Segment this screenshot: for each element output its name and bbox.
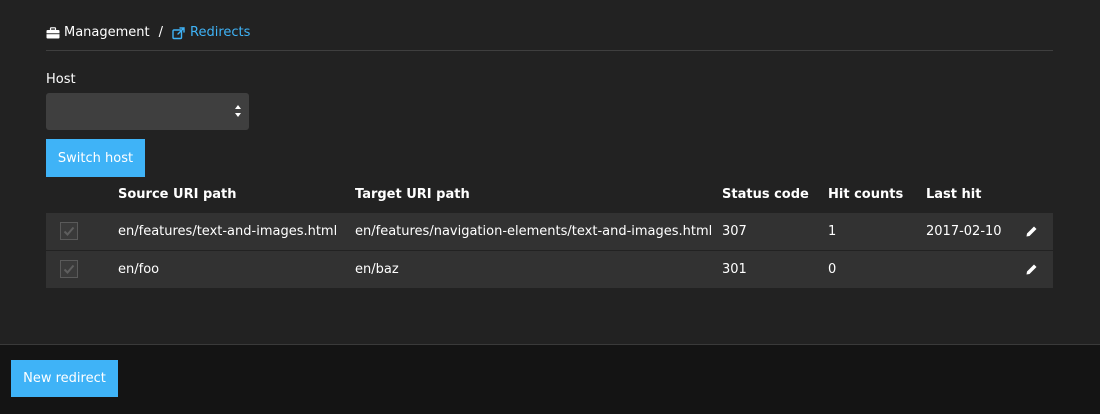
cell-source: en/features/text-and-images.html bbox=[118, 224, 338, 239]
switch-host-button[interactable]: Switch host bbox=[46, 139, 145, 177]
new-redirect-button[interactable]: New redirect bbox=[11, 360, 118, 397]
check-icon bbox=[63, 264, 75, 274]
column-header-last-hit[interactable]: Last hit bbox=[926, 187, 981, 202]
pencil-icon[interactable] bbox=[1025, 225, 1038, 238]
footer-bar: New redirect bbox=[0, 344, 1100, 414]
cell-source: en/foo bbox=[118, 262, 160, 277]
table-row[interactable]: en/features/text-and-images.html en/feat… bbox=[46, 213, 1053, 250]
breadcrumb-item-management[interactable]: Management bbox=[46, 25, 150, 40]
row-checkbox[interactable] bbox=[60, 260, 78, 278]
column-header-status[interactable]: Status code bbox=[722, 187, 809, 202]
table-row[interactable]: en/foo en/baz 301 0 bbox=[46, 251, 1053, 288]
cell-last-hit: 2017-02-10 bbox=[926, 224, 1002, 239]
host-select[interactable] bbox=[46, 93, 249, 130]
column-header-source[interactable]: Source URI path bbox=[118, 187, 237, 202]
check-icon bbox=[63, 226, 75, 236]
cell-hits: 0 bbox=[828, 262, 837, 277]
cell-target: en/features/navigation-elements/text-and… bbox=[355, 224, 713, 239]
table-header: Source URI path Target URI path Status c… bbox=[46, 178, 1053, 213]
cell-target: en/baz bbox=[355, 262, 399, 277]
breadcrumb-separator: / bbox=[158, 25, 164, 40]
column-header-hits[interactable]: Hit counts bbox=[828, 187, 903, 202]
breadcrumb-label: Redirects bbox=[190, 25, 251, 40]
breadcrumb: Management / Redirects bbox=[46, 24, 250, 41]
row-checkbox[interactable] bbox=[60, 222, 78, 240]
column-header-target[interactable]: Target URI path bbox=[355, 187, 470, 202]
cell-hits: 1 bbox=[828, 224, 837, 239]
main-content: Management / Redirects Host Switch host bbox=[0, 0, 1100, 344]
cell-status: 301 bbox=[722, 262, 747, 277]
breadcrumb-label: Management bbox=[64, 25, 150, 40]
divider bbox=[46, 50, 1053, 51]
cell-status: 307 bbox=[722, 224, 747, 239]
select-arrows-icon bbox=[235, 104, 241, 118]
external-link-icon bbox=[172, 26, 186, 39]
briefcase-icon bbox=[46, 26, 60, 39]
host-label: Host bbox=[46, 72, 76, 87]
pencil-icon[interactable] bbox=[1025, 263, 1038, 276]
redirects-table: Source URI path Target URI path Status c… bbox=[46, 178, 1053, 289]
breadcrumb-item-redirects[interactable]: Redirects bbox=[172, 25, 250, 40]
